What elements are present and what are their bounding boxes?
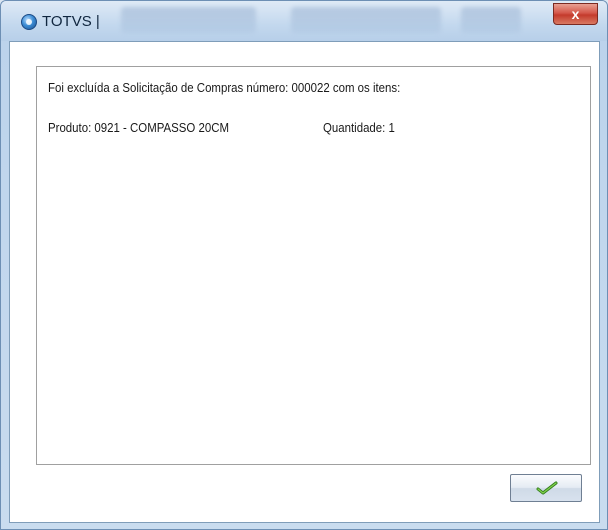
totvs-logo-icon [21,14,37,30]
checkmark-icon [536,481,558,495]
blurred-background [291,7,441,33]
ok-button[interactable] [510,474,582,502]
window-title: TOTVS | [42,13,100,30]
message-panel: Foi excluída a Solicitação de Compras nú… [36,66,591,465]
close-button[interactable]: x [553,3,598,25]
close-icon: x [571,6,580,22]
blurred-background [121,7,256,33]
dialog-client-area: Foi excluída a Solicitação de Compras nú… [9,41,600,523]
dialog-window: TOTVS | x Foi excluída a Solicitação de … [0,0,608,530]
message-text: Foi excluída a Solicitação de Compras nú… [48,80,401,95]
title-bar[interactable]: TOTVS | x [1,1,607,41]
product-text: Produto: 0921 - COMPASSO 20CM [48,120,230,135]
blurred-background [461,7,521,33]
quantity-text: Quantidade: 1 [323,120,395,135]
